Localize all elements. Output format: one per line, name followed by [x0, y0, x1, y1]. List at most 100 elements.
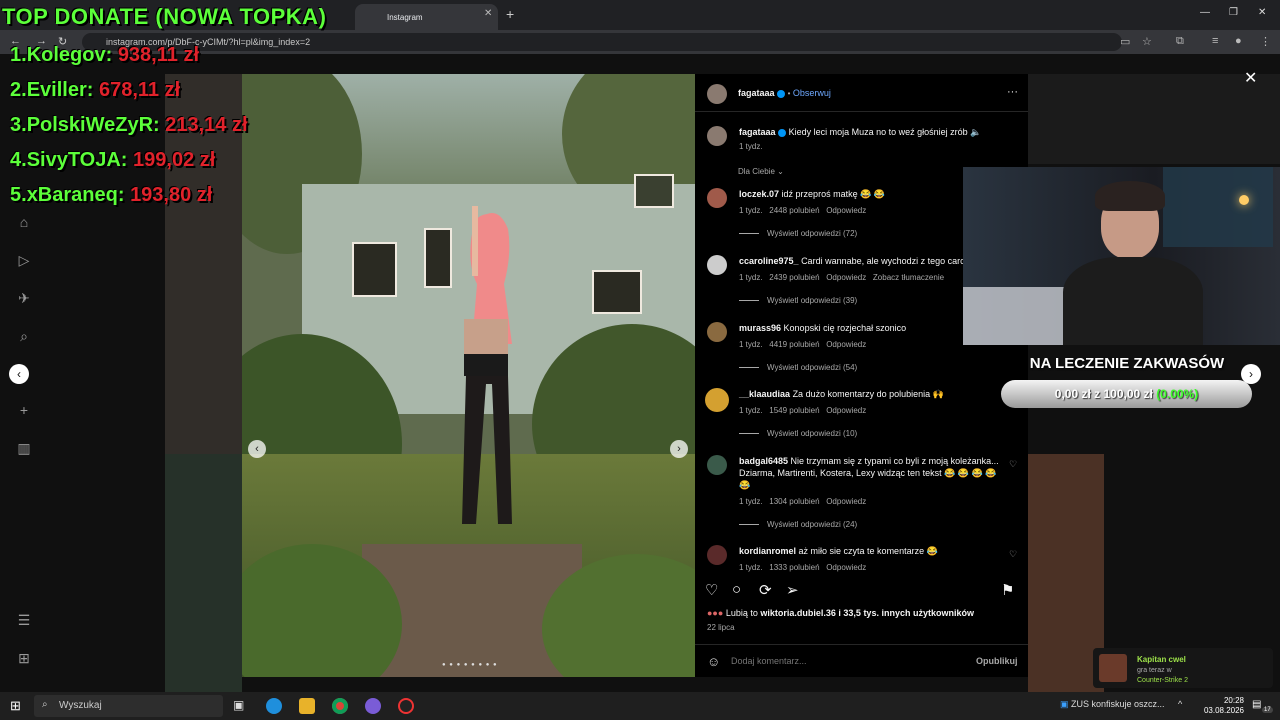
webcam-lamp [1239, 195, 1249, 205]
emoji-icon[interactable]: ☺ [707, 654, 720, 669]
author-name[interactable]: fagataaa [738, 88, 775, 98]
add-comment-row: ☺ Opublikuj [695, 644, 1028, 677]
cast-icon[interactable]: ▭ [1120, 35, 1130, 48]
tray-chevron-icon[interactable]: ^ [1178, 699, 1182, 709]
donor-row: 4.SivyTOJA: 199,02 zł [10, 149, 216, 171]
news-widget[interactable]: ▣ ZUS konfiskuje oszcz... [1060, 699, 1165, 710]
photo-next-icon[interactable]: › [670, 440, 688, 458]
insights-icon[interactable]: ▥ [14, 440, 34, 460]
post-actions-bar: ♡ ○ ⟳ ➢ ⚑ [695, 574, 1028, 604]
webcam-hair [1095, 181, 1165, 211]
minimize-icon[interactable]: — [1200, 7, 1210, 18]
repost-icon[interactable]: ⟳ [759, 581, 772, 599]
like-icon[interactable]: ♡ [705, 581, 718, 599]
photo-window [352, 242, 397, 297]
follow-button[interactable]: Obserwuj [793, 88, 831, 98]
new-tab-button[interactable]: + [506, 6, 514, 22]
close-modal-icon[interactable]: ✕ [1244, 68, 1257, 88]
commenter-avatar[interactable] [707, 455, 727, 475]
maximize-icon[interactable]: ❐ [1229, 7, 1238, 18]
windows-taskbar: ⊞ ⌕ Wyszukaj ▣ ▣ ZUS konfiskuje oszcz...… [0, 692, 1280, 720]
donor-row: 2.Eviller: 678,11 zł [10, 79, 181, 101]
commenter-avatar[interactable] [707, 188, 727, 208]
author-avatar[interactable] [707, 84, 727, 104]
more-options-icon[interactable]: ··· [1007, 86, 1018, 98]
close-window-icon[interactable]: ✕ [1258, 7, 1266, 18]
tab-label: Instagram [387, 13, 423, 22]
comment-input[interactable] [731, 653, 951, 669]
apps-icon[interactable]: ⊞ [14, 650, 34, 670]
menu-icon[interactable]: ⋮ [1260, 35, 1271, 48]
view-replies-button[interactable]: Wyświetl odpowiedzi (39) [739, 296, 857, 305]
url-field[interactable]: instagram.com/p/DbF-c-yCIMt/?hl=pl&img_i… [82, 33, 1122, 51]
search-icon: ⌕ [42, 699, 48, 710]
taskbar-clock[interactable]: 20:28 03.08.2026 [1196, 696, 1244, 716]
media-icon[interactable]: ≡ [1212, 35, 1218, 47]
home-icon[interactable]: ⌂ [14, 214, 34, 234]
close-tab-icon[interactable]: ✕ [484, 8, 492, 19]
publish-button[interactable]: Opublikuj [976, 656, 1018, 666]
game-notification[interactable]: Kapitan cwel gra teraz w Counter-Strike … [1093, 648, 1273, 688]
verified-icon [778, 128, 787, 137]
post-header: fagataaa • Obserwuj ··· [695, 74, 1028, 112]
donor-row: 3.PolskiWeZyR: 213,14 zł [10, 114, 248, 136]
file-explorer-icon[interactable] [299, 698, 315, 714]
caption-text: Kiedy leci moja Muza no to weź głośniej … [788, 127, 982, 137]
edge-icon[interactable] [266, 698, 282, 714]
donor-row: 5.xBaraneq: 193,80 zł [10, 184, 213, 206]
view-replies-button[interactable]: Wyświetl odpowiedzi (72) [739, 229, 857, 238]
comment-filter-dropdown[interactable]: Dla Ciebie ⌄ [738, 167, 784, 176]
post-comments-panel: fagataaa • Obserwuj ··· fagataaa Kiedy l… [695, 74, 1028, 677]
taskbar-search[interactable]: ⌕ Wyszukaj [34, 695, 223, 717]
notification-count-badge: 17 [1262, 707, 1273, 713]
share-icon[interactable]: ➢ [786, 581, 799, 599]
top-donate-title: TOP DONATE (NOWA TOPKA) [2, 4, 327, 29]
verified-icon [777, 89, 786, 98]
commenter-avatar[interactable] [705, 388, 729, 412]
more-menu-icon[interactable]: ☰ [14, 612, 34, 632]
screen: Instagram ✕ + — ❐ ✕ ← → ↻ instagram.com/… [0, 0, 1280, 720]
translate-button[interactable]: Zobacz tłumaczenie [873, 273, 944, 282]
notification-avatar [1099, 654, 1127, 682]
photo-window [592, 270, 642, 314]
discord-icon[interactable] [365, 698, 381, 714]
extensions-icon[interactable]: ⧉ [1176, 35, 1184, 48]
comment-icon[interactable]: ○ [732, 581, 741, 598]
profile-avatar[interactable]: ● [1235, 35, 1242, 47]
photo-prev-icon[interactable]: ‹ [248, 440, 266, 458]
commenter-avatar[interactable] [707, 322, 727, 342]
comment-like-icon[interactable]: ♡ [1009, 549, 1017, 560]
webcam-overlay [963, 167, 1280, 345]
save-icon[interactable]: ⚑ [1001, 581, 1014, 599]
task-view-icon[interactable]: ▣ [233, 698, 244, 712]
chrome-icon[interactable] [332, 698, 348, 714]
likes-summary[interactable]: ●●● Lubią to wiktoria.dubiel.36 i 33,5 t… [707, 608, 974, 618]
author-avatar[interactable] [707, 126, 727, 146]
webcam-monitor [1163, 167, 1273, 247]
search-nav-icon[interactable]: ⌕ [14, 328, 34, 348]
view-replies-button[interactable]: Wyświetl odpowiedzi (54) [739, 363, 857, 372]
view-replies-button[interactable]: Wyświetl odpowiedzi (10) [739, 429, 857, 438]
background-thumbnail [1028, 74, 1280, 164]
notifications-icon[interactable]: ▤ [1252, 699, 1261, 710]
create-icon[interactable]: + [14, 402, 34, 422]
post-image[interactable]: ‹ › ● ● ● ● ● ● ● ● [242, 74, 695, 677]
commenter-avatar[interactable] [707, 255, 727, 275]
tab-instagram[interactable]: Instagram [355, 4, 498, 30]
messages-icon[interactable]: ✈ [14, 290, 34, 310]
caption-time: 1 tydz. [739, 142, 763, 151]
commenter-avatar[interactable] [707, 545, 727, 565]
prev-post-icon[interactable]: ‹ [9, 364, 29, 384]
photo-pagination-dots: ● ● ● ● ● ● ● ● [442, 662, 498, 668]
start-icon[interactable]: ⊞ [10, 698, 21, 714]
post-date: 22 lipca [707, 623, 735, 632]
comment-like-icon[interactable]: ♡ [1009, 459, 1017, 470]
obs-icon[interactable] [398, 698, 414, 714]
view-replies-button[interactable]: Wyświetl odpowiedzi (24) [739, 520, 857, 529]
bookmark-star-icon[interactable]: ☆ [1142, 35, 1152, 48]
background-thumbnail [165, 454, 242, 692]
goal-progress-bar: 0,00 zł z 100,00 zł (0.00%) [1001, 380, 1252, 408]
photo-window [634, 174, 674, 208]
reels-icon[interactable]: ▷ [14, 252, 34, 272]
donor-row: 1.Kolegov: 938,11 zł [10, 44, 199, 66]
